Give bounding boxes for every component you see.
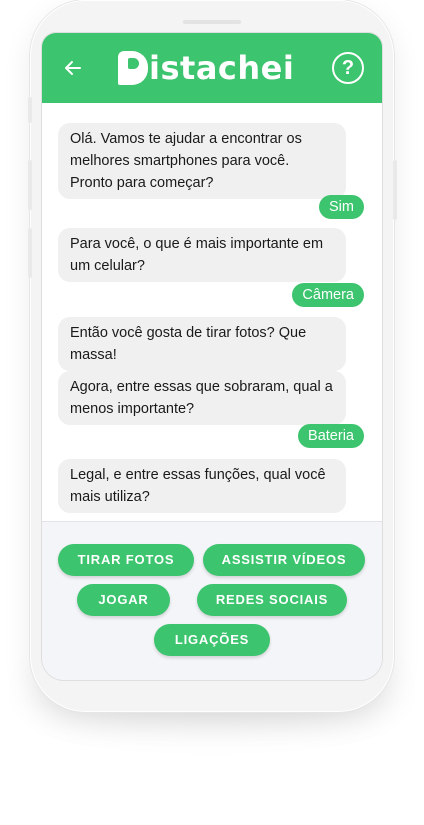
app-screen: istachei ? Olá. Vamos te ajudar a encont… [42,33,382,680]
user-message: Bateria [298,424,364,448]
question-circle-icon[interactable]: ? [332,52,364,84]
phone-speaker [183,20,241,24]
user-message: Câmera [292,283,364,307]
bot-message: Olá. Vamos te ajudar a encontrar os melh… [58,123,346,199]
app-header: istachei ? [42,33,382,103]
option-jogar-button[interactable]: JOGAR [77,584,170,616]
logo-text: istachei [149,49,295,87]
bot-message: Para você, o que é mais importante em um… [58,228,346,282]
bot-message: Legal, e entre essas funções, qual você … [58,459,346,513]
option-ligacoes-button[interactable]: LIGAÇÕES [154,624,270,656]
arrow-left-icon[interactable] [60,55,86,81]
option-assistir-videos-button[interactable]: ASSISTIR VÍDEOS [203,544,365,576]
arrow-left-icon-graphic [65,61,81,75]
answer-options: TIRAR FOTOS ASSISTIR VÍDEOS JOGAR REDES … [42,521,382,680]
bot-message: Então você gosta de tirar fotos? Que mas… [58,317,346,371]
phone-side-button [28,160,32,210]
bot-message: Agora, entre essas que sobraram, qual a … [58,371,346,425]
option-redes-sociais-button[interactable]: REDES SOCIAIS [197,584,347,616]
logo-p-mark [118,51,148,85]
phone-side-button [28,97,32,123]
user-message: Sim [319,195,364,219]
pistachei-logo: istachei [118,49,294,87]
phone-side-button [393,160,397,220]
option-tirar-fotos-button[interactable]: TIRAR FOTOS [58,544,194,576]
phone-side-button [28,228,32,278]
help-symbol: ? [341,57,355,79]
chat-area: Olá. Vamos te ajudar a encontrar os melh… [42,103,382,521]
